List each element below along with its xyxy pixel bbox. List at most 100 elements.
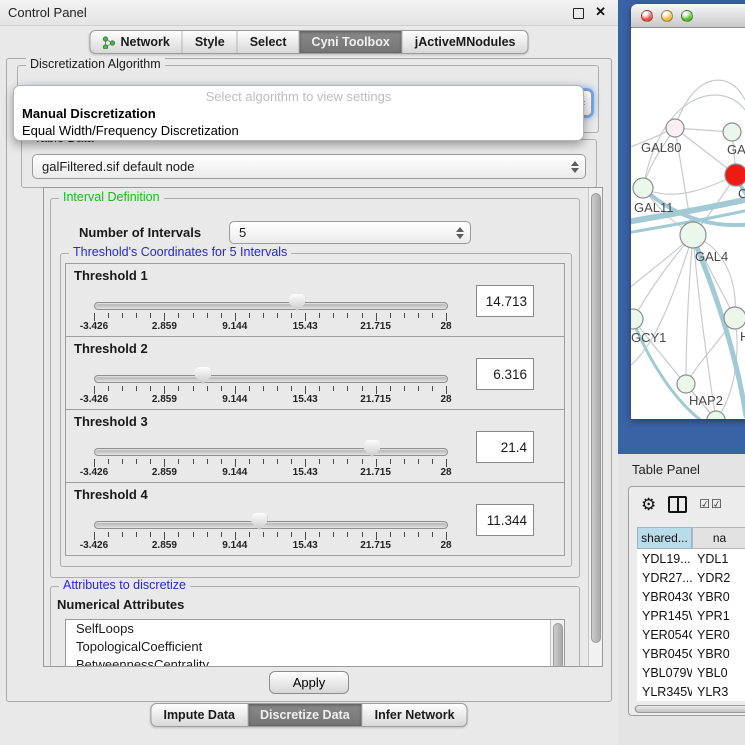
attribute-list-item[interactable]: TopologicalCoefficient [66, 638, 564, 656]
network-node-label: GA [727, 142, 745, 157]
network-node[interactable] [724, 307, 745, 329]
control-panel-titlebar: Control Panel ✕ [0, 0, 618, 26]
table-cell: YPR1 [692, 609, 745, 623]
table-panel: ⚙ ☑☑ shared...na YDL19...YDL1YDR27...YDR… [628, 486, 745, 716]
table-row[interactable]: YDR27...YDR2 [637, 568, 745, 587]
close-traffic-light[interactable] [641, 10, 653, 22]
table-row[interactable]: YER054CYER0 [637, 625, 745, 644]
threshold-panel: Threshold 1-3.4262.8599.14415.4321.71528… [65, 263, 565, 337]
table-cell: YDL19... [637, 552, 692, 566]
tab-discretize-data[interactable]: Discretize Data [247, 704, 362, 726]
tab-infer-network[interactable]: Infer Network [362, 704, 467, 726]
network-node-label: HAP2 [689, 393, 723, 408]
threshold-value-field[interactable]: 14.713 [476, 285, 534, 317]
algorithm-popup-hint: Select algorithm to view settings [14, 89, 583, 104]
network-node[interactable] [723, 123, 741, 141]
table-cell: YLR3 [692, 685, 745, 699]
network-node[interactable] [633, 178, 653, 198]
thresholds-container: Threshold 1-3.4262.8599.14415.4321.71528… [65, 263, 565, 556]
attributes-group: Attributes to discretize Numerical Attri… [50, 586, 580, 667]
tab-select[interactable]: Select [237, 31, 299, 53]
attribute-list-item[interactable]: SelfLoops [66, 620, 564, 638]
tab-jactivemnodules[interactable]: jActiveMNodules [402, 31, 528, 53]
tab-cyni-toolbox[interactable]: Cyni Toolbox [299, 31, 402, 53]
algorithm-option[interactable]: Manual Discretization [22, 106, 156, 121]
node-table[interactable]: shared...na YDL19...YDL1YDR27...YDR2YBR0… [637, 527, 745, 701]
table-data-combobox[interactable]: galFiltered.sif default node [32, 154, 586, 179]
number-of-intervals-value: 5 [239, 225, 246, 240]
attributes-list-scrollbar[interactable] [550, 620, 564, 667]
table-row[interactable]: YBR043CYBR0 [637, 587, 745, 606]
table-row[interactable]: YDL19...YDL1 [637, 549, 745, 568]
tab-label: Cyni Toolbox [312, 35, 390, 49]
cyni-toolbox-panel: Discretization Algorithm Select algorith… [6, 58, 612, 702]
slider-track[interactable] [94, 302, 448, 310]
table-row[interactable]: YBR045CYBR0 [637, 644, 745, 663]
network-edge[interactable] [686, 235, 693, 384]
threshold-panel: Threshold 3-3.4262.8599.14415.4321.71528… [65, 409, 565, 483]
algorithm-option[interactable]: Equal Width/Frequency Discretization [22, 123, 239, 138]
discretization-algorithm-legend: Discretization Algorithm [26, 57, 165, 71]
gear-icon[interactable]: ⚙ [641, 496, 656, 513]
network-node[interactable] [631, 309, 643, 329]
slider-track[interactable] [94, 521, 448, 529]
network-node[interactable] [725, 164, 745, 186]
slider-track[interactable] [94, 448, 448, 456]
control-panel: Control Panel ✕ Network StyleSelect Cyni T… [0, 0, 619, 745]
network-window-titlebar [631, 4, 745, 28]
float-panel-icon[interactable] [573, 8, 584, 19]
number-of-intervals-combobox[interactable]: 5 [229, 221, 471, 244]
table-data-value: galFiltered.sif default node [42, 159, 194, 174]
minimize-traffic-light[interactable] [661, 10, 673, 22]
settings-vertical-scrollbar[interactable] [588, 188, 602, 666]
table-header-row: shared...na [637, 527, 745, 549]
tab-style[interactable]: Style [182, 31, 237, 53]
table-cell: YER054C [637, 628, 692, 642]
table-row[interactable]: YLR345WYLR3 [637, 682, 745, 701]
table-cell: YDL1 [692, 552, 745, 566]
table-column-header[interactable]: na [692, 527, 745, 549]
slider-track[interactable] [94, 375, 448, 383]
table-cell: YBR045C [637, 647, 692, 661]
tab-network[interactable]: Network [90, 31, 181, 53]
tab-impute-data[interactable]: Impute Data [151, 704, 247, 726]
network-canvas[interactable]: GAL80GACGAL11GAL4GCY1HHAP2 [631, 28, 745, 419]
threshold-value-field[interactable]: 11.344 [476, 504, 534, 536]
table-cell: YDR2 [692, 571, 745, 585]
tab-label: Network [120, 35, 169, 49]
table-horizontal-scrollbar[interactable] [634, 705, 745, 713]
interval-definition-group: Interval Definition Number of Intervals … [50, 198, 580, 578]
threshold-value-field[interactable]: 6.316 [476, 358, 534, 390]
threshold-label: Threshold 2 [74, 341, 148, 356]
table-panel-toolbar: ⚙ ☑☑ [629, 487, 745, 521]
slider-ticks [94, 385, 446, 394]
thresholds-group: Threshold's Coordinates for 5 Intervals … [60, 253, 572, 567]
network-node[interactable] [677, 375, 695, 393]
table-cell: YBL079W [637, 666, 692, 680]
numerical-attributes-list[interactable]: SelfLoopsTopologicalCoefficientBetweenne… [65, 619, 565, 667]
network-node-label: GAL4 [695, 249, 728, 264]
close-icon[interactable]: ✕ [595, 4, 606, 20]
network-edge[interactable] [631, 235, 693, 368]
network-node[interactable] [666, 119, 684, 137]
network-edge[interactable] [643, 175, 736, 194]
number-of-intervals-label: Number of Intervals [79, 225, 201, 240]
select-checkboxes-icon[interactable]: ☑☑ [699, 497, 723, 511]
threshold-label: Threshold 1 [74, 268, 148, 283]
attribute-list-item[interactable]: BetweennessCentrality [66, 656, 564, 667]
table-row[interactable]: YBL079WYBL0 [637, 663, 745, 682]
split-columns-icon[interactable] [668, 496, 687, 513]
table-column-header[interactable]: shared... [637, 527, 692, 549]
table-row[interactable]: YPR145WYPR1 [637, 606, 745, 625]
network-edge[interactable] [675, 80, 745, 128]
network-node[interactable] [680, 222, 706, 248]
table-cell: YBL0 [692, 666, 745, 680]
numerical-attributes-label: Numerical Attributes [57, 597, 184, 612]
table-cell: YBR043C [637, 590, 692, 604]
threshold-value-field[interactable]: 21.4 [476, 431, 534, 463]
apply-button[interactable]: Apply [269, 671, 349, 694]
right-column: GAL80GACGAL11GAL4GCY1HHAP2 Table Panel ⚙… [618, 0, 745, 745]
table-cell: YER0 [692, 628, 745, 642]
zoom-traffic-light[interactable] [681, 10, 693, 22]
table-cell: YDR27... [637, 571, 692, 585]
